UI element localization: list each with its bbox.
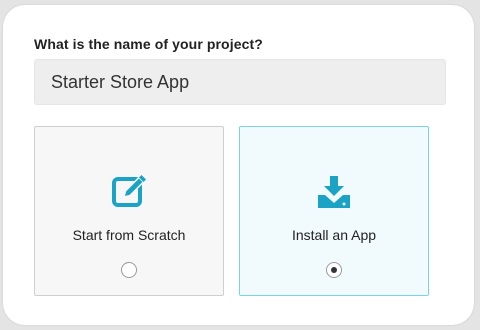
start-from-scratch-radio[interactable] [121,262,137,278]
radio-selected-dot [331,267,337,273]
project-name-question: What is the name of your project? [34,36,263,52]
download-icon [314,174,354,210]
install-an-app-option[interactable]: Install an App [239,126,429,296]
start-from-scratch-option[interactable]: Start from Scratch [34,126,224,296]
edit-icon [109,174,149,210]
install-an-app-label: Install an App [291,227,377,243]
install-an-app-radio[interactable] [326,262,342,278]
start-from-scratch-label: Start from Scratch [72,227,186,243]
project-setup-card: What is the name of your project? Start … [3,5,474,325]
project-name-input[interactable] [34,59,446,105]
